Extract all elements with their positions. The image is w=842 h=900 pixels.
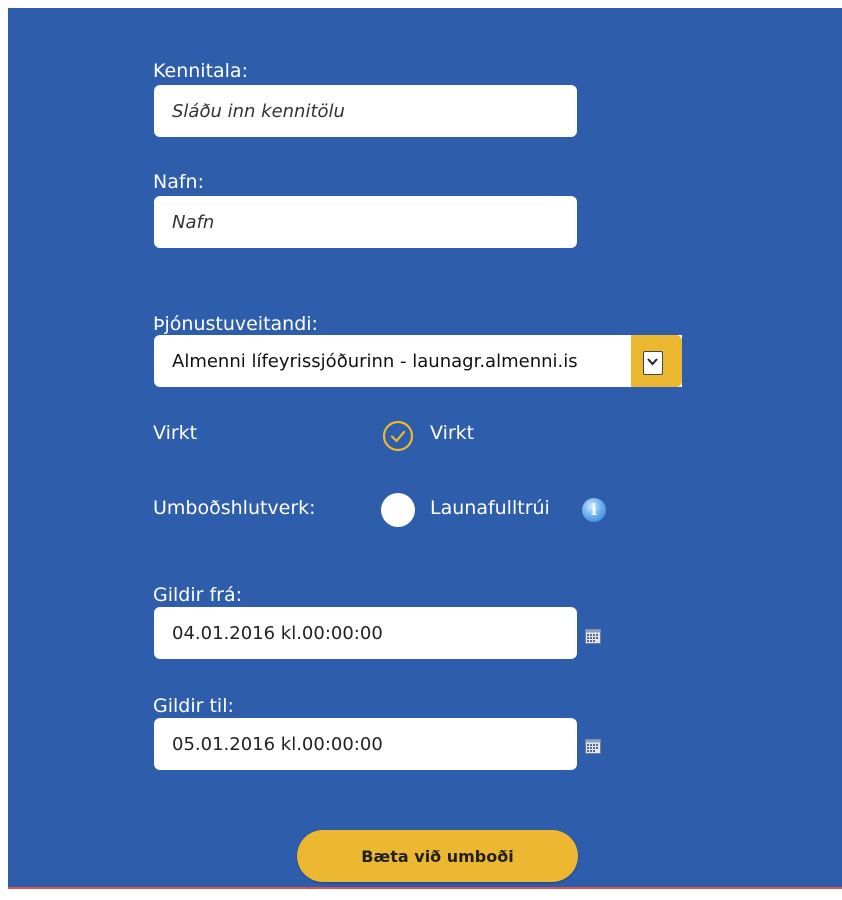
kennitala-label: Kennitala:	[153, 60, 248, 82]
provider-dropdown-button[interactable]	[631, 335, 682, 387]
chevron-down-icon	[643, 351, 663, 375]
bottom-divider	[8, 887, 842, 889]
role-option-label[interactable]: Launafulltrúi	[430, 497, 550, 519]
info-icon[interactable]: i	[582, 498, 606, 522]
add-authorization-button[interactable]: Bæta við umboði	[297, 830, 578, 882]
valid-from-label: Gildir frá:	[153, 584, 243, 606]
check-circle-icon[interactable]	[382, 420, 414, 452]
valid-to-input[interactable]: 05.01.2016 kl.00:00:00	[154, 718, 577, 770]
role-label: Umboðshlutverk:	[153, 497, 316, 519]
calendar-icon[interactable]	[585, 629, 601, 644]
virkt-option-label[interactable]: Virkt	[430, 422, 474, 444]
kennitala-input[interactable]: Sláðu inn kennitölu	[154, 85, 577, 137]
calendar-icon[interactable]	[585, 739, 601, 754]
form-panel: Kennitala: Sláðu inn kennitölu Nafn: Naf…	[8, 8, 842, 887]
radio-icon[interactable]	[381, 493, 415, 527]
valid-to-label: Gildir til:	[153, 695, 234, 717]
virkt-label: Virkt	[153, 422, 198, 444]
nafn-input[interactable]: Nafn	[154, 196, 577, 248]
provider-select[interactable]: Almenni lífeyrissjóðurinn - launagr.alme…	[154, 335, 682, 387]
provider-label: Þjónustuveitandi:	[153, 313, 318, 335]
nafn-label: Nafn:	[153, 171, 204, 193]
valid-from-input[interactable]: 04.01.2016 kl.00:00:00	[154, 607, 577, 659]
